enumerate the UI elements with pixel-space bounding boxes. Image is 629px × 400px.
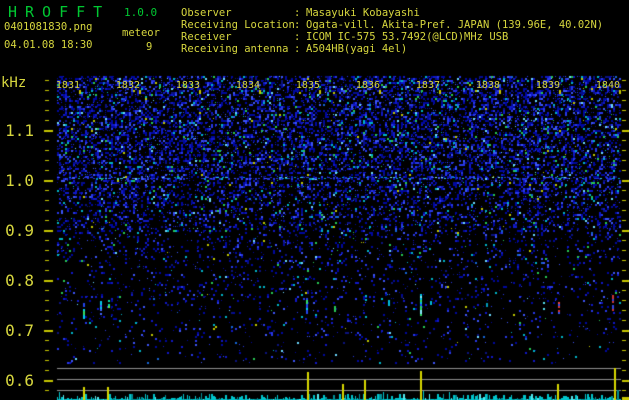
info-value: Masayuki Kobayashi — [306, 7, 420, 19]
colon: : — [294, 7, 301, 19]
x-tick-label: 1837 — [415, 80, 440, 91]
y-tick-label: 1.0 — [5, 171, 34, 190]
app-title: HROFFT — [8, 3, 111, 21]
info-row-receiver: Receiver: ICOM IC-575 53.7492(@LCD)MHz US… — [181, 31, 508, 43]
x-tick-label: 1836 — [355, 80, 380, 91]
x-tick-label: 1840 — [595, 80, 620, 91]
meteor-count: 9 — [146, 41, 153, 53]
x-tick-label: 1832 — [115, 80, 140, 91]
spectrogram-canvas — [0, 0, 629, 400]
info-row-location: Receiving Location: Ogata-vill. Akita-Pre… — [181, 19, 603, 31]
info-value: Ogata-vill. Akita-Pref. JAPAN (139.96E, … — [306, 19, 604, 31]
y-tick-label: 0.9 — [5, 221, 34, 240]
colon: : — [294, 43, 301, 55]
x-tick-label: 1833 — [175, 80, 200, 91]
x-tick-label: 1839 — [535, 80, 560, 91]
info-value: A504HB(yagi 4el) — [306, 43, 408, 55]
info-label: Observer — [181, 7, 232, 19]
y-tick-label: 1.1 — [5, 121, 34, 140]
colon: : — [294, 31, 301, 43]
y-tick-label: 0.6 — [5, 371, 34, 390]
info-row-observer: Observer: Masayuki Kobayashi — [181, 7, 420, 19]
output-filename: 0401081830.png — [4, 21, 93, 33]
hrofft-window: HROFFT 1.0.0 0401081830.png meteor 04.01… — [0, 0, 629, 400]
x-tick-label: 1831 — [55, 80, 80, 91]
app-version: 1.0.0 — [124, 6, 158, 19]
y-tick-label: 0.7 — [5, 321, 34, 340]
info-row-antenna: Receiving antenna: A504HB(yagi 4el) — [181, 43, 407, 55]
colon: : — [294, 19, 301, 31]
info-label: Receiving antenna — [181, 43, 289, 55]
info-value: ICOM IC-575 53.7492(@LCD)MHz USB — [306, 31, 509, 43]
y-axis-unit: kHz — [1, 75, 27, 91]
x-tick-label: 1835 — [295, 80, 320, 91]
x-tick-label: 1838 — [475, 80, 500, 91]
mode-label: meteor — [122, 27, 160, 39]
x-tick-label: 1834 — [235, 80, 260, 91]
datetime-label: 04.01.08 18:30 — [4, 39, 93, 51]
info-label: Receiving Location — [181, 19, 295, 31]
y-tick-label: 0.8 — [5, 271, 34, 290]
info-label: Receiver — [181, 31, 232, 43]
